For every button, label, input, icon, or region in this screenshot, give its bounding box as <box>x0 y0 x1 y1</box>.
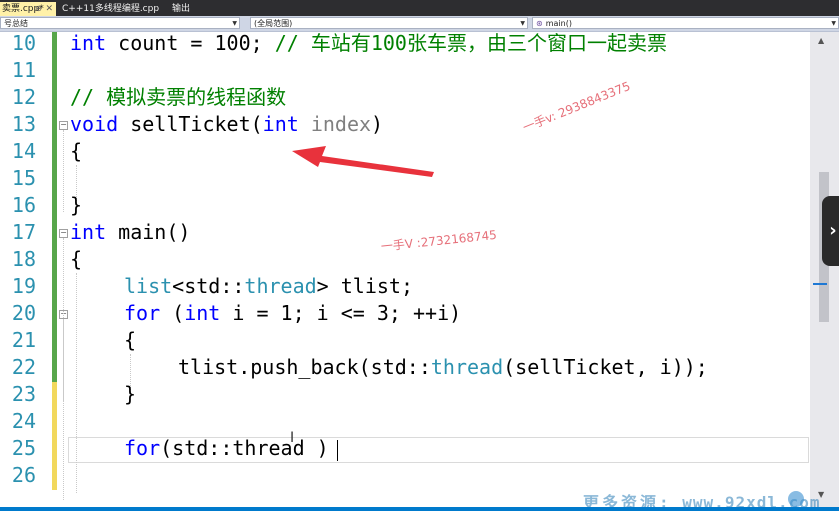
tab-cpp11-threading[interactable]: C++11多线程编程.cpp <box>62 2 159 16</box>
annotation-arrow-icon <box>292 146 434 177</box>
pin-icon[interactable]: ⊕ <box>35 2 42 16</box>
chevron-down-icon: ▼ <box>831 20 836 27</box>
side-expand-button[interactable]: › <box>822 196 839 266</box>
project-dropdown-value: 号总结 <box>4 19 28 28</box>
chevron-down-icon: ▼ <box>232 20 237 27</box>
scroll-up-icon[interactable]: ▲ <box>818 36 824 45</box>
tab-label: C++11多线程编程.cpp <box>62 4 160 14</box>
document-tab-bar: 卖票.cpp* ⊕ ✕ C++11多线程编程.cpp 输出 <box>0 0 839 16</box>
member-dropdown-value: main() <box>545 19 572 28</box>
tab-output[interactable]: 输出 <box>172 2 190 16</box>
scope-dropdown[interactable]: (全局范围) ▼ <box>250 17 528 29</box>
tab-sell-ticket-cpp[interactable]: 卖票.cpp* ⊕ ✕ <box>0 2 56 16</box>
caret-position-marker <box>813 283 827 285</box>
vertical-scrollbar[interactable]: ▲ ▼ <box>810 32 839 507</box>
close-icon[interactable]: ✕ <box>45 2 53 16</box>
status-bar-edge <box>0 507 839 511</box>
member-dropdown[interactable]: ⊛ main() ▼ <box>532 17 839 29</box>
code-editor[interactable]: 10 11 12 13 14 15 16 17 18 19 20 21 22 2… <box>0 31 839 507</box>
watermark-logo-icon <box>788 491 804 507</box>
tab-label: 输出 <box>172 4 191 14</box>
scope-dropdown-value: (全局范围) <box>254 19 293 28</box>
chevron-down-icon: ▼ <box>520 20 525 27</box>
project-dropdown[interactable]: 号总结 ▼ <box>0 17 240 29</box>
function-icon: ⊛ <box>536 19 543 28</box>
